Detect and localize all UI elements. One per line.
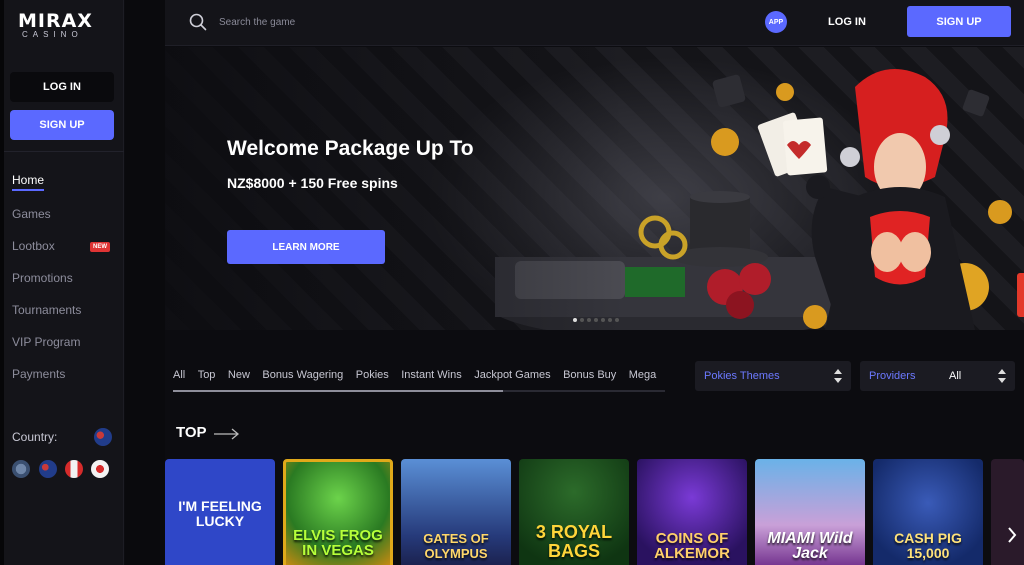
carousel-next-button[interactable] (1002, 520, 1022, 550)
header-login-button[interactable]: LOG IN (815, 8, 879, 36)
sidebar-item-home[interactable]: Home (12, 166, 116, 198)
sidebar-item-label: Lootbox (12, 239, 55, 253)
learn-more-button[interactable]: LEARN MORE (227, 230, 385, 264)
tab-pokies[interactable]: Pokies (356, 362, 389, 388)
tabs-scrollbar-thumb[interactable] (173, 390, 503, 392)
sort-arrows-icon (834, 369, 842, 383)
australia-flag-icon[interactable] (39, 460, 57, 478)
slider-dot[interactable] (587, 318, 591, 322)
providers-select[interactable]: Providers All (860, 361, 1015, 391)
sidebar-item-label: Home (12, 173, 45, 191)
sidebar-nav: Home Games Lootbox NEW Promotions Tournam… (12, 166, 116, 390)
sidebar-item-label: Payments (12, 367, 66, 381)
logo[interactable]: MIRAX CASINO (18, 10, 104, 54)
logo-wordmark: MIRAX (18, 10, 93, 32)
arrow-right-icon[interactable] (213, 428, 239, 440)
game-title: CASH PIG 15,000 (894, 530, 962, 561)
tab-bonus-buy[interactable]: Bonus Buy (563, 362, 616, 388)
game-tile[interactable]: CASH PIG 15,000 (873, 459, 983, 565)
sidebar-item-promotions[interactable]: Promotions (12, 262, 116, 294)
tab-instant-wins[interactable]: Instant Wins (401, 362, 462, 388)
slider-dot[interactable] (601, 318, 605, 322)
slider-dot[interactable] (608, 318, 612, 322)
header-signup-button[interactable]: SIGN UP (907, 6, 1011, 37)
tab-jackpot-games[interactable]: Jackpot Games (474, 362, 550, 388)
hero-subtitle: NZ$8000 + 150 Free spins (227, 175, 398, 191)
slider-dot[interactable] (573, 318, 577, 322)
sidebar-item-payments[interactable]: Payments (12, 358, 116, 390)
sidebar-item-vip-program[interactable]: VIP Program (12, 326, 116, 358)
sidebar: MIRAX CASINO LOG IN SIGN UP Home Games L… (0, 0, 124, 565)
sidebar-item-label: Promotions (12, 271, 73, 285)
game-tile[interactable]: GATES OF OLYMPUS (401, 459, 511, 565)
japan-flag-icon[interactable] (91, 460, 109, 478)
left-edge (0, 0, 4, 565)
chevron-right-icon (1008, 527, 1017, 543)
search-input[interactable] (219, 12, 439, 32)
sidebar-item-label: VIP Program (12, 335, 81, 349)
globe-flag-icon[interactable] (12, 460, 30, 478)
hero-title: Welcome Package Up To (227, 137, 474, 160)
game-tile[interactable]: COINS OF ALKEMOR (637, 459, 747, 565)
game-title: 3 ROYAL BAGS (535, 522, 613, 561)
side-tab-handle[interactable] (1017, 273, 1024, 317)
game-tile[interactable]: ELVIS FROG IN VEGAS (283, 459, 393, 565)
game-title: MIAMI Wild Jack (767, 530, 853, 562)
sidebar-item-games[interactable]: Games (12, 198, 116, 230)
canada-flag-icon[interactable] (65, 460, 83, 478)
country-label: Country: (12, 430, 58, 444)
sidebar-login-button[interactable]: LOG IN (10, 72, 114, 102)
sidebar-item-tournaments[interactable]: Tournaments (12, 294, 116, 326)
gutter (125, 0, 165, 565)
sidebar-item-label: Tournaments (12, 303, 82, 317)
tab-bonus-wagering[interactable]: Bonus Wagering (262, 362, 343, 388)
game-title: GATES OF OLYMPUS (423, 531, 489, 561)
search-icon[interactable] (189, 13, 207, 31)
app-button[interactable]: APP (765, 11, 787, 33)
selected-country-flag-icon[interactable] (94, 428, 112, 446)
category-tabs: All Top New Bonus Wagering Pokies Instan… (173, 362, 665, 392)
pokies-themes-select[interactable]: Pokies Themes (695, 361, 851, 391)
slider-dot[interactable] (615, 318, 619, 322)
slider-dot[interactable] (594, 318, 598, 322)
game-title: COINS OF ALKEMOR (654, 530, 730, 562)
game-tile[interactable]: MIAMI Wild Jack (755, 459, 865, 565)
hero-banner[interactable]: Welcome Package Up To NZ$8000 + 150 Free… (165, 47, 1024, 330)
sort-arrows-icon (998, 369, 1006, 383)
tab-top[interactable]: Top (198, 362, 216, 388)
tab-mega[interactable]: Mega (629, 362, 657, 388)
top-games-row: I'M FEELING LUCKY ELVIS FROG IN VEGAS GA… (165, 459, 1024, 565)
select-value: All (949, 370, 962, 382)
select-label: Providers (869, 370, 916, 382)
tab-all[interactable]: All (173, 362, 185, 388)
top-bar: APP LOG IN SIGN UP (165, 0, 1024, 46)
game-title: I'M FEELING LUCKY (178, 498, 262, 529)
sidebar-signup-button[interactable]: SIGN UP (10, 110, 114, 140)
tab-new[interactable]: New (228, 362, 250, 388)
select-label: Pokies Themes (704, 370, 780, 382)
slider-dot[interactable] (580, 318, 584, 322)
game-title: ELVIS FROG IN VEGAS (293, 527, 383, 559)
slider-dots (573, 318, 619, 322)
game-tile[interactable]: 3 ROYAL BAGS (519, 459, 629, 565)
sidebar-item-lootbox[interactable]: Lootbox NEW (12, 230, 116, 262)
section-title-top[interactable]: TOP (176, 424, 207, 441)
sidebar-divider (0, 151, 124, 152)
sidebar-item-label: Games (12, 207, 51, 221)
game-tile[interactable]: I'M FEELING LUCKY (165, 459, 275, 565)
new-badge: NEW (90, 242, 110, 252)
